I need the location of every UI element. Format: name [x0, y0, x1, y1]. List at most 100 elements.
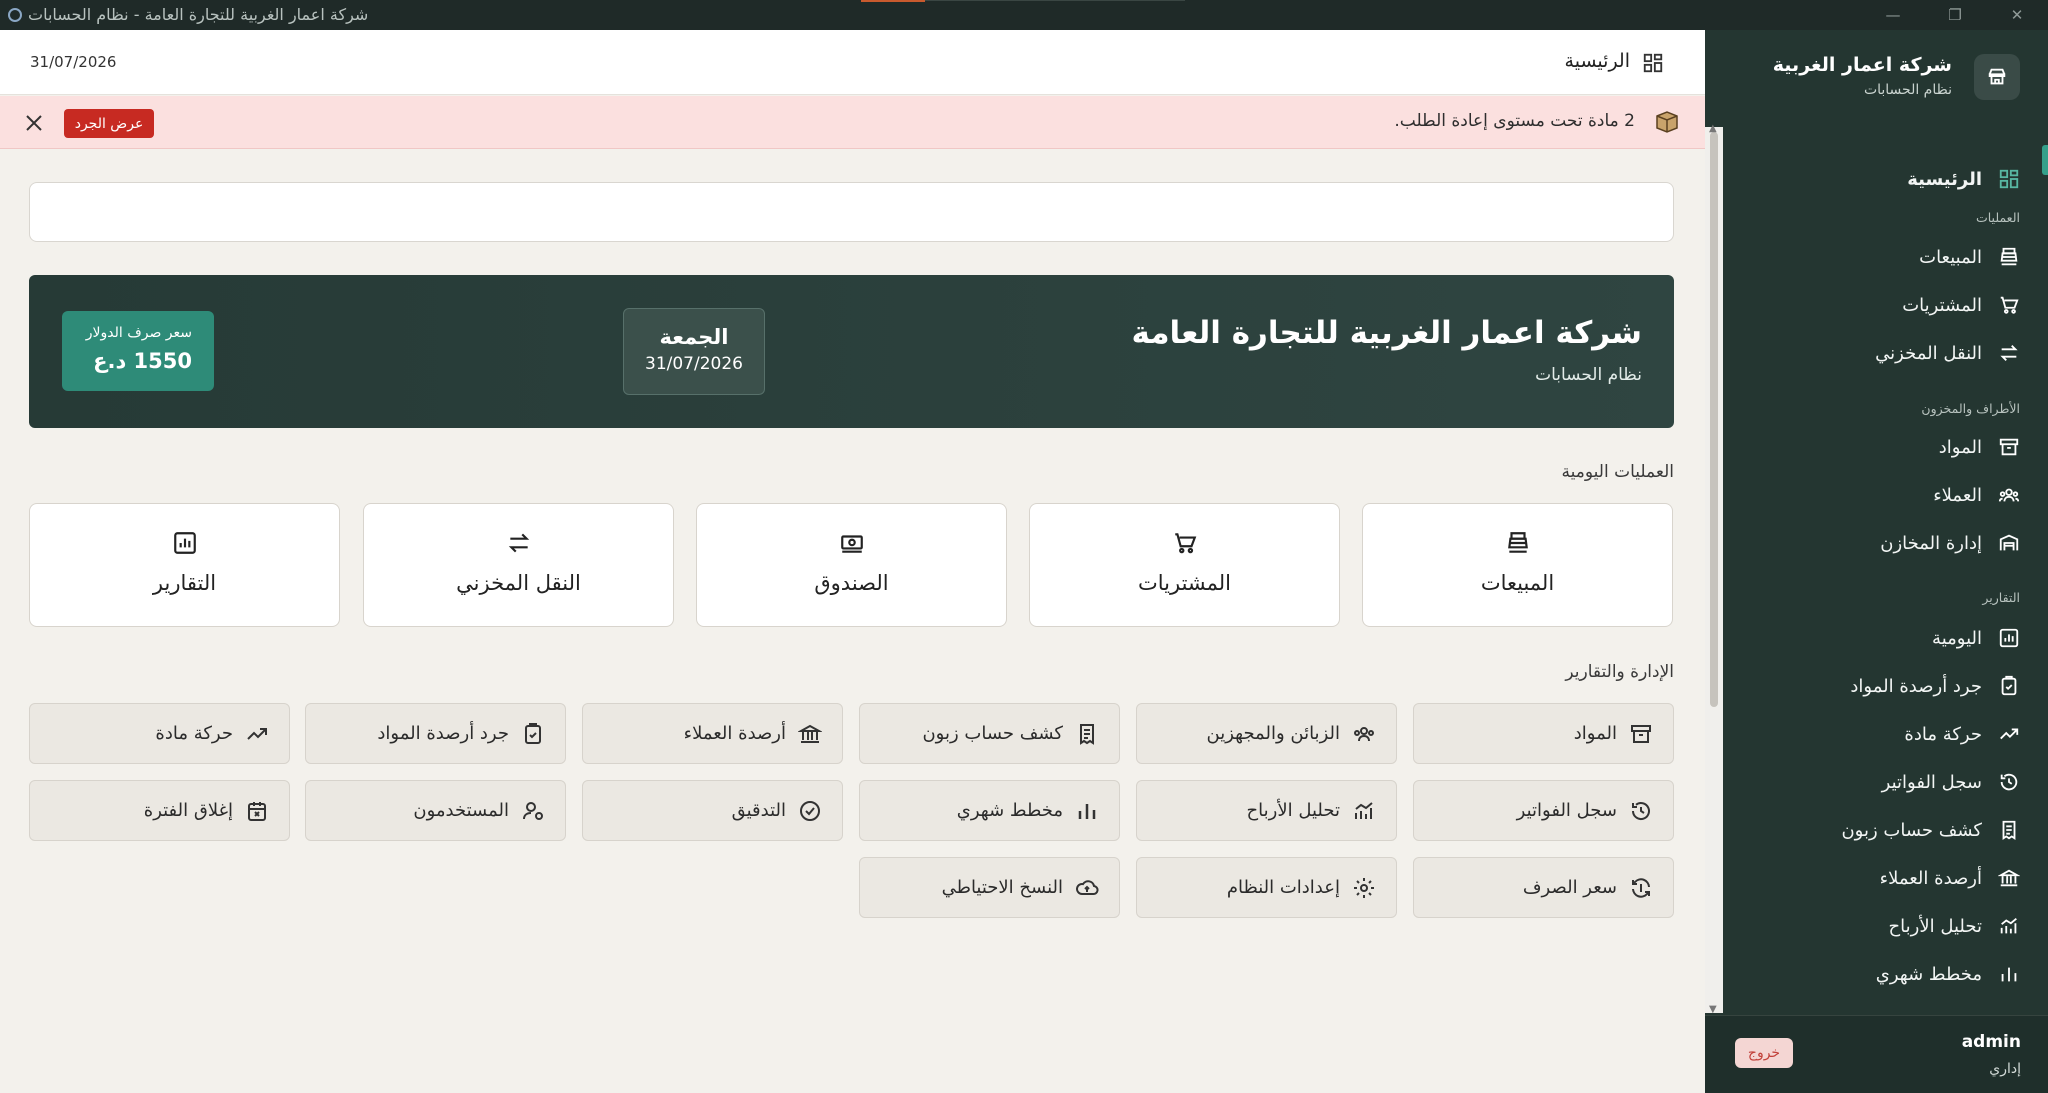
- history-icon: [1998, 771, 2020, 793]
- bar-chart-icon: [1998, 963, 2020, 985]
- sidebar-item-stocktake[interactable]: جرد أرصدة المواد: [1850, 669, 2020, 703]
- tile-label: التقارير: [152, 571, 217, 595]
- sidebar-item-invoices[interactable]: سجل الفواتير: [1882, 765, 2020, 799]
- trend-icon: [1998, 723, 2020, 745]
- sidebar-item-label: سجل الفواتير: [1881, 771, 1982, 793]
- btn-audit[interactable]: التدقيق: [582, 780, 843, 841]
- banner-subtitle: نظام الحسابات: [1535, 365, 1642, 385]
- sidebar-item-transfer[interactable]: النقل المخزني: [1875, 336, 2020, 370]
- user-gear-icon: [521, 799, 545, 823]
- btn-system-settings[interactable]: إعدادات النظام: [1136, 857, 1397, 918]
- btn-label: المواد: [1573, 723, 1617, 744]
- tile-transfer[interactable]: النقل المخزني: [363, 503, 674, 627]
- people-icon: [1998, 484, 2020, 506]
- store-icon: [1974, 54, 2020, 100]
- main-scrollbar[interactable]: ▲ ▼: [1705, 123, 1723, 1015]
- sidebar-section-reports: التقارير: [1982, 590, 2020, 605]
- btn-label: تحليل الأرباح: [1246, 800, 1340, 821]
- receipt-icon: [1998, 819, 2020, 841]
- btn-close-period[interactable]: إغلاق الفترة: [29, 780, 290, 841]
- sidebar-item-purchases[interactable]: المشتريات: [1902, 288, 2020, 322]
- btn-label: كشف حساب زبون: [922, 723, 1063, 744]
- cart-icon: [1172, 530, 1198, 556]
- register-icon: [1998, 246, 2020, 268]
- window-titlebar: شركة اعمار الغربية للتجارة العامة - نظام…: [0, 0, 2048, 30]
- sidebar-item-monthly[interactable]: مخطط شهري: [1876, 957, 2020, 991]
- btn-label: مخطط شهري: [956, 800, 1063, 821]
- clipboard-check-icon: [1998, 675, 2020, 697]
- sidebar-item-warehouses[interactable]: إدارة المخازن: [1880, 526, 2020, 560]
- tile-reports[interactable]: التقارير: [29, 503, 340, 627]
- sidebar-item-label: مخطط شهري: [1875, 963, 1982, 985]
- banner-date: 31/07/2026: [645, 354, 743, 374]
- btn-label: إعدادات النظام: [1226, 877, 1340, 898]
- sidebar-item-sales[interactable]: المبيعات: [1919, 240, 2020, 274]
- currency-exchange-icon: [1629, 876, 1653, 900]
- sidebar-subtitle: نظام الحسابات: [1863, 82, 1952, 98]
- gear-icon: [1352, 876, 1376, 900]
- tile-label: المشتريات: [1137, 571, 1232, 595]
- btn-profit-analysis[interactable]: تحليل الأرباح: [1136, 780, 1397, 841]
- clipboard-check-icon: [521, 722, 545, 746]
- sidebar-item-label: العملاء: [1933, 484, 1982, 506]
- history-icon: [1629, 799, 1653, 823]
- btn-users[interactable]: المستخدمون: [305, 780, 566, 841]
- sidebar-item-materials[interactable]: المواد: [1939, 430, 2020, 464]
- sidebar-item-label: النقل المخزني: [1875, 342, 1982, 364]
- cart-icon: [1998, 294, 2020, 316]
- btn-backup[interactable]: النسخ الاحتياطي: [859, 857, 1120, 918]
- sidebar-item-label: المواد: [1938, 436, 1982, 458]
- tile-cashbox[interactable]: الصندوق: [696, 503, 1007, 627]
- scroll-up-icon[interactable]: ▲: [1709, 123, 1717, 134]
- app-icon: [8, 7, 22, 22]
- view-stocktake-button[interactable]: عرض الجرد: [64, 109, 154, 138]
- sidebar-item-label: جرد أرصدة المواد: [1850, 675, 1982, 697]
- tile-label: النقل المخزني: [456, 571, 581, 595]
- analytics-icon: [1998, 915, 2020, 937]
- bank-icon: [798, 722, 822, 746]
- scrollbar-thumb[interactable]: [1710, 132, 1718, 707]
- logout-button[interactable]: خروج: [1735, 1038, 1793, 1068]
- tile-purchases[interactable]: المشتريات: [1029, 503, 1340, 627]
- btn-invoice-log[interactable]: سجل الفواتير: [1413, 780, 1674, 841]
- banner-company: شركة اعمار الغربية للتجارة العامة: [1131, 315, 1642, 351]
- sidebar-item-label: كشف حساب زبون: [1841, 819, 1982, 841]
- alert-message: 2 مادة تحت مستوى إعادة الطلب.: [1394, 111, 1635, 131]
- sidebar-item-daily[interactable]: اليومية: [1932, 621, 2020, 655]
- btn-materials[interactable]: المواد: [1413, 703, 1674, 764]
- window-title: شركة اعمار الغربية للتجارة العامة - نظام…: [28, 5, 369, 24]
- sidebar-item-balances[interactable]: أرصدة العملاء: [1880, 861, 2020, 895]
- titlebar-accent: [861, 0, 925, 2]
- btn-exchange-rate[interactable]: سعر الصرف: [1413, 857, 1674, 918]
- analytics-icon: [1352, 799, 1376, 823]
- banner-day: الجمعة: [659, 325, 729, 349]
- sidebar-item-movement[interactable]: حركة مادة: [1904, 717, 2020, 751]
- sidebar-item-home[interactable]: الرئيسية: [1907, 162, 2020, 196]
- titlebar-line: [925, 0, 1185, 1]
- sidebar-item-label: تحليل الأرباح: [1888, 915, 1982, 937]
- restore-icon[interactable]: ❐: [1924, 0, 1986, 30]
- close-window-icon[interactable]: ✕: [1986, 0, 2048, 30]
- btn-customers-suppliers[interactable]: الزبائن والمجهزين: [1136, 703, 1397, 764]
- sidebar-item-label: المبيعات: [1919, 246, 1982, 268]
- archive-icon: [1998, 436, 2020, 458]
- bank-icon: [1998, 867, 2020, 889]
- minimize-icon[interactable]: —: [1862, 0, 1924, 30]
- tile-sales[interactable]: المبيعات: [1362, 503, 1673, 627]
- username: admin: [1961, 1032, 2021, 1052]
- close-icon[interactable]: [20, 109, 48, 137]
- search-input[interactable]: [29, 182, 1674, 242]
- btn-customer-statement[interactable]: كشف حساب زبون: [859, 703, 1120, 764]
- topbar-date: 31/07/2026: [30, 53, 117, 71]
- btn-item-movement[interactable]: حركة مادة: [29, 703, 290, 764]
- sidebar-item-customers[interactable]: العملاء: [1933, 478, 2020, 512]
- scroll-down-icon[interactable]: ▼: [1709, 1004, 1717, 1015]
- btn-stocktake[interactable]: جرد أرصدة المواد: [305, 703, 566, 764]
- sidebar-item-statement[interactable]: كشف حساب زبون: [1841, 813, 2020, 847]
- swap-icon: [1998, 342, 2020, 364]
- btn-customer-balances[interactable]: أرصدة العملاء: [582, 703, 843, 764]
- sidebar-item-profit[interactable]: تحليل الأرباح: [1889, 909, 2020, 943]
- btn-monthly-chart[interactable]: مخطط شهري: [859, 780, 1120, 841]
- register-icon: [1505, 530, 1531, 556]
- btn-label: سعر الصرف: [1522, 877, 1617, 898]
